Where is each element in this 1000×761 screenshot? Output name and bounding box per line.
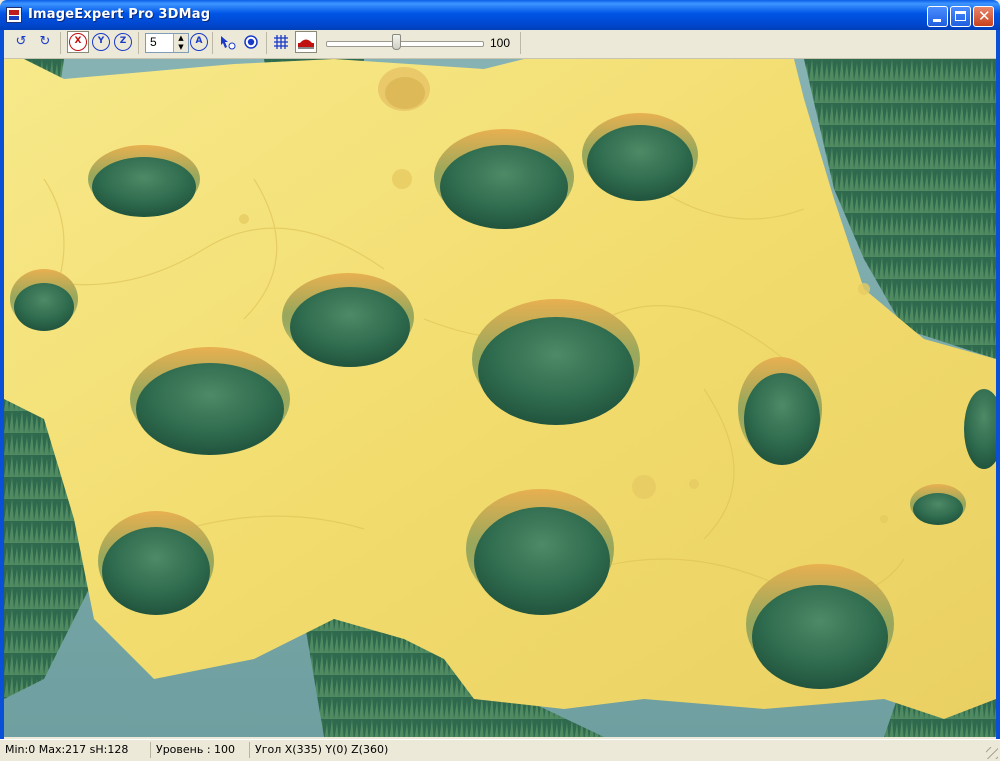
close-button[interactable]: ✕: [973, 6, 994, 27]
auto-button[interactable]: A: [190, 33, 208, 51]
status-angle: Угол X(335) Y(0) Z(360): [255, 743, 389, 756]
minimize-button[interactable]: [927, 6, 948, 27]
rotate-cw-icon[interactable]: ↻: [36, 33, 54, 51]
toolbar-separator: [266, 32, 267, 54]
step-value: 5: [150, 35, 157, 49]
status-range: Min:0 Max:217 sH:128: [3, 742, 151, 758]
window-frame-right: [996, 30, 1000, 739]
grid-icon[interactable]: [272, 33, 290, 51]
level-slider-thumb[interactable]: [392, 34, 402, 50]
light-source-icon[interactable]: [242, 33, 260, 51]
spin-down-button[interactable]: ▼: [173, 43, 188, 52]
resize-grip[interactable]: [986, 747, 998, 759]
minimize-icon: [933, 19, 941, 22]
toolbar-separator: [60, 32, 61, 54]
toolbar: ↺ ↻ X Y Z 5 ▲ ▼ A 100: [4, 30, 996, 59]
maximize-icon: [955, 11, 966, 21]
title-bar[interactable]: ImageExpert Pro 3DMag ✕: [0, 0, 1000, 30]
axis-z-button[interactable]: Z: [114, 33, 132, 51]
surface-render: [4, 59, 996, 737]
toolbar-separator: [212, 32, 213, 54]
spin-up-button[interactable]: ▲: [173, 34, 188, 43]
level-slider-value: 100: [490, 36, 511, 50]
toolbar-separator: [520, 32, 521, 54]
axis-x-button[interactable]: X: [67, 31, 89, 53]
rotate-ccw-icon[interactable]: ↺: [12, 33, 30, 51]
window-title: ImageExpert Pro 3DMag: [28, 7, 211, 22]
close-icon: ✕: [978, 7, 991, 25]
level-slider-track[interactable]: [326, 41, 484, 47]
surface-3d-view[interactable]: [4, 59, 996, 737]
status-level: Уровень : 100: [154, 742, 250, 758]
render-mode-icon: [298, 39, 314, 49]
render-mode-button[interactable]: [295, 31, 317, 53]
toolbar-separator: [138, 32, 139, 54]
maximize-button[interactable]: [950, 6, 971, 27]
axis-y-button[interactable]: Y: [92, 33, 110, 51]
status-bar: Min:0 Max:217 sH:128 Уровень : 100 Угол …: [0, 739, 1000, 761]
step-spinner[interactable]: 5 ▲ ▼: [145, 33, 189, 53]
axis-x-icon: X: [69, 33, 87, 51]
app-icon[interactable]: [6, 7, 22, 23]
pointer-light-icon[interactable]: [218, 33, 236, 51]
